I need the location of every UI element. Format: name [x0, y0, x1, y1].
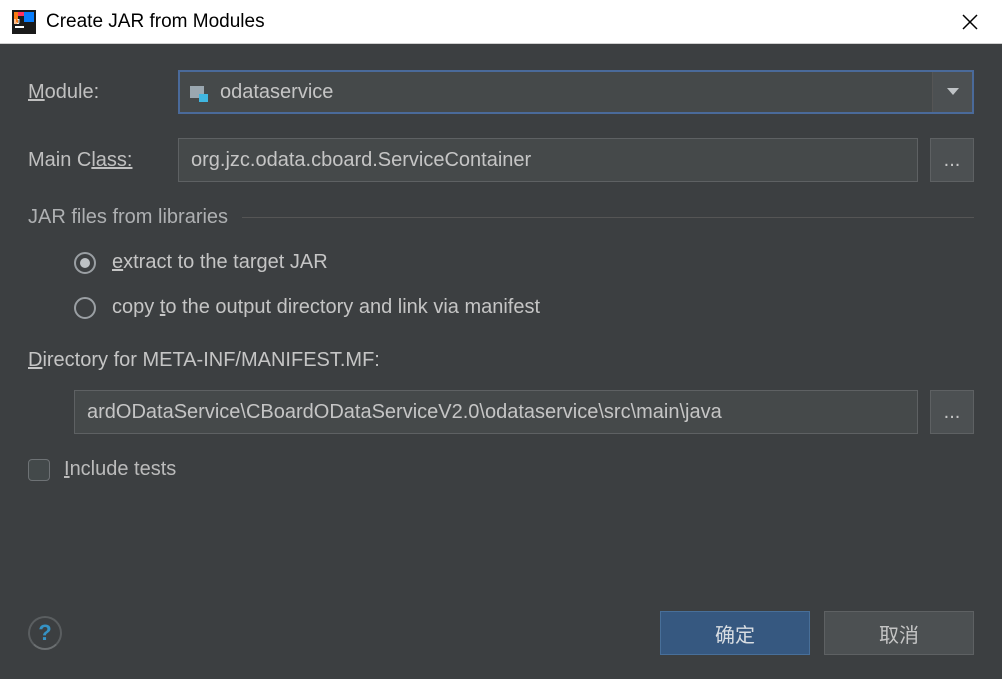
- module-select[interactable]: odataservice: [178, 70, 974, 114]
- main-class-row: Main Class: ...: [28, 138, 974, 182]
- module-row: Module: odataservice: [28, 70, 974, 114]
- jar-libraries-section: JAR files from libraries extract to the …: [28, 206, 974, 319]
- radio-icon: [74, 297, 96, 319]
- main-class-label: Main Class:: [28, 149, 178, 172]
- radio-copy[interactable]: copy to the output directory and link vi…: [74, 296, 974, 319]
- main-class-browse-button[interactable]: ...: [930, 138, 974, 182]
- module-label: Module:: [28, 81, 178, 104]
- svg-text:IJ: IJ: [14, 19, 20, 26]
- main-class-input[interactable]: [178, 138, 918, 182]
- module-icon: [190, 82, 210, 102]
- divider: [242, 217, 974, 218]
- ok-button[interactable]: 确定: [660, 611, 810, 655]
- intellij-icon: IJ: [12, 10, 36, 34]
- module-value: odataservice: [220, 81, 333, 104]
- radio-icon: [74, 252, 96, 274]
- chevron-down-icon[interactable]: [932, 72, 972, 112]
- radio-extract[interactable]: extract to the target JAR: [74, 251, 974, 274]
- include-tests-checkbox[interactable]: Include tests: [28, 458, 974, 481]
- directory-row: ardODataService\CBoardODataServiceV2.0\o…: [74, 390, 974, 434]
- directory-input[interactable]: ardODataService\CBoardODataServiceV2.0\o…: [74, 390, 918, 434]
- dialog-content: Module: odataservice Main Class: ...: [0, 44, 1002, 501]
- help-button[interactable]: ?: [28, 616, 62, 650]
- directory-label: Directory for META-INF/MANIFEST.MF:: [28, 349, 974, 372]
- section-header: JAR files from libraries: [28, 206, 974, 229]
- section-title: JAR files from libraries: [28, 206, 228, 229]
- close-button[interactable]: [950, 2, 990, 42]
- directory-browse-button[interactable]: ...: [930, 390, 974, 434]
- checkbox-icon: [28, 459, 50, 481]
- titlebar: IJ Create JAR from Modules: [0, 0, 1002, 44]
- window-title: Create JAR from Modules: [46, 11, 950, 33]
- cancel-button[interactable]: 取消: [824, 611, 974, 655]
- dialog-footer: ? 确定 取消: [0, 597, 1002, 679]
